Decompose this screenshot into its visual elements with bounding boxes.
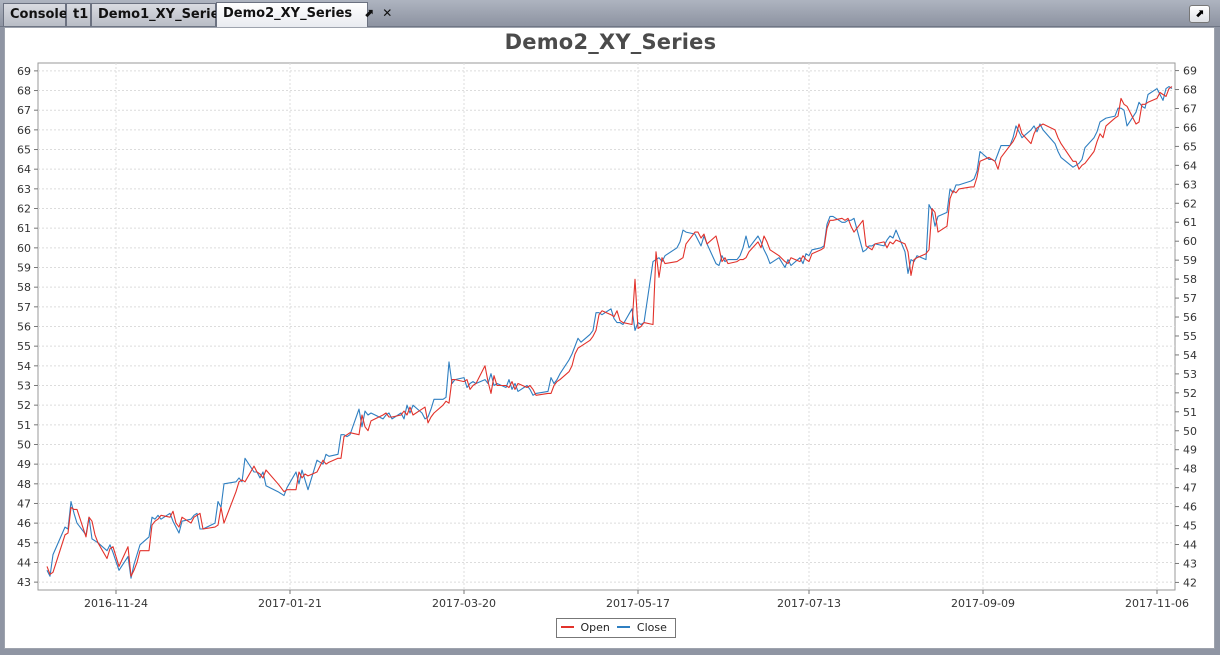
y-tick-label-right: 67 (1183, 102, 1197, 115)
line-chart: 43 44 45 46 47 48 49 50 51 52 53 54 55 56 57 58 59 60 61 62… (17, 62, 1197, 610)
y-tick-label-right: 45 (1183, 520, 1197, 533)
y-tick-label-left: 50 (17, 438, 31, 451)
y-tick-label-right: 43 (1183, 557, 1197, 570)
y-tick-label-left: 45 (17, 537, 31, 550)
y-tick-label-left: 57 (17, 301, 31, 314)
y-tick-label-right: 60 (1183, 235, 1197, 248)
y-tick-label-right: 61 (1183, 216, 1197, 229)
y-tick-label-left: 44 (17, 556, 31, 569)
y-tick-label-left: 64 (17, 163, 31, 176)
y-tick-label-left: 58 (17, 281, 31, 294)
y-tick-label-left: 62 (17, 203, 31, 216)
tab-demo1-xy-series[interactable]: Demo1_XY_Series (91, 3, 227, 26)
y-tick-label-left: 49 (17, 458, 31, 471)
y-tick-label-left: 65 (17, 144, 31, 157)
tab-bar: Console t1 Demo1_XY_Series Demo2_XY_Seri… (0, 0, 1220, 27)
y-tick-label-right: 69 (1183, 65, 1197, 78)
legend-label-open: Open (580, 621, 610, 634)
y-tick-label-right: 51 (1183, 406, 1197, 419)
y-tick-label-right: 57 (1183, 292, 1197, 305)
y-tick-label-right: 64 (1183, 159, 1197, 172)
x-tick-label: 2017-07-13 (777, 597, 841, 610)
tab-console[interactable]: Console (3, 3, 68, 26)
chart-panel: Demo2_XY_Series 43 44 45 46 47 48 49 50 51 52 53 54… (4, 27, 1215, 649)
y-tick-label-right: 59 (1183, 254, 1197, 267)
tab-label: t1 (73, 7, 89, 22)
y-tick-label-left: 59 (17, 262, 31, 275)
y-tick-label-right: 46 (1183, 501, 1197, 514)
popout-icon[interactable]: ⬈ (364, 6, 374, 20)
x-tick-label: 2017-01-21 (258, 597, 322, 610)
y-tick-label-left: 52 (17, 399, 31, 412)
y-tick-label-left: 66 (17, 124, 31, 137)
y-tick-label-right: 50 (1183, 425, 1197, 438)
tab-label: Console (10, 7, 68, 22)
tab-label: Demo2_XY_Series (223, 6, 353, 21)
y-tick-label-left: 48 (17, 478, 31, 491)
x-tick-label: 2017-03-20 (432, 597, 496, 610)
y-tick-label-right: 62 (1183, 197, 1197, 210)
y-tick-label-left: 60 (17, 242, 31, 255)
y-tick-label-left: 53 (17, 379, 31, 392)
y-tick-label-right: 58 (1183, 273, 1197, 286)
y-tick-label-left: 43 (17, 576, 31, 589)
y-tick-label-right: 63 (1183, 178, 1197, 191)
legend-item-open: Open (561, 621, 610, 634)
tab-label: Demo1_XY_Series (98, 7, 228, 22)
y-tick-label-left: 51 (17, 419, 31, 432)
popout-icon: ⬈ (1194, 7, 1205, 20)
x-tick-label: 2017-09-09 (951, 597, 1015, 610)
y-tick-label-right: 54 (1183, 349, 1197, 362)
y-tick-label-left: 63 (17, 183, 31, 196)
y-tick-label-right: 53 (1183, 368, 1197, 381)
y-tick-label-left: 61 (17, 222, 31, 235)
app-window: Console t1 Demo1_XY_Series Demo2_XY_Seri… (0, 0, 1220, 655)
y-tick-label-left: 56 (17, 321, 31, 334)
legend-label-close: Close (636, 621, 667, 634)
y-tick-label-right: 49 (1183, 444, 1197, 457)
y-tick-label-right: 52 (1183, 387, 1197, 400)
tab-demo2-xy-series[interactable]: Demo2_XY_Series ⬈ ✕ (216, 2, 392, 27)
legend-swatch-open (561, 626, 574, 628)
legend-swatch-close (617, 626, 631, 628)
y-tick-label-right: 42 (1183, 576, 1197, 589)
y-tick-label-right: 44 (1183, 539, 1197, 552)
legend: Open Close (556, 618, 676, 638)
y-tick-label-right: 56 (1183, 311, 1197, 324)
y-tick-label-left: 67 (17, 104, 31, 117)
close-icon[interactable]: ✕ (382, 6, 392, 20)
y-tick-label-left: 68 (17, 85, 31, 98)
y-tick-label-right: 47 (1183, 482, 1197, 495)
y-tick-label-right: 55 (1183, 330, 1197, 343)
legend-item-close: Close (617, 621, 667, 634)
y-tick-label-left: 69 (17, 65, 31, 78)
maximize-button[interactable]: ⬈ (1189, 5, 1210, 23)
x-tick-label: 2017-05-17 (606, 597, 670, 610)
y-tick-label-left: 55 (17, 340, 31, 353)
y-tick-label-left: 47 (17, 497, 31, 510)
y-tick-label-right: 65 (1183, 140, 1197, 153)
x-tick-label: 2017-11-06 (1125, 597, 1189, 610)
y-tick-label-left: 46 (17, 517, 31, 530)
y-tick-label-right: 66 (1183, 121, 1197, 134)
y-tick-label-left: 54 (17, 360, 31, 373)
y-tick-label-right: 48 (1183, 463, 1197, 476)
y-tick-label-right: 68 (1183, 84, 1197, 97)
x-tick-label: 2016-11-24 (84, 597, 148, 610)
tab-t1[interactable]: t1 (66, 3, 91, 26)
